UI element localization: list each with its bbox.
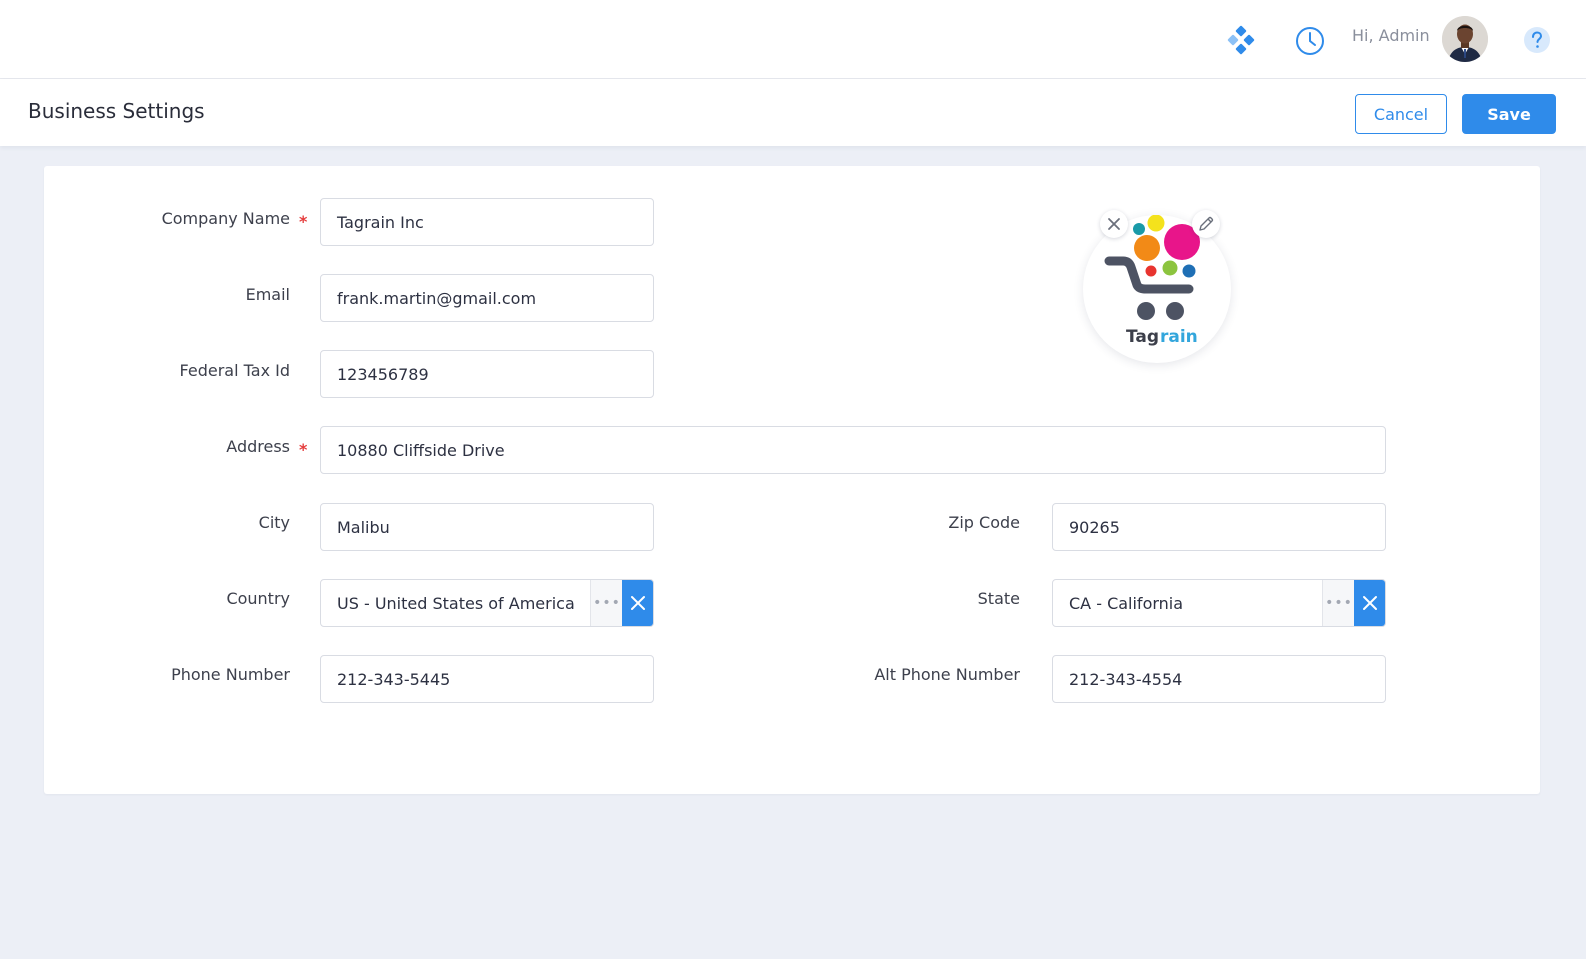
user-greeting: Hi, Admin xyxy=(1352,26,1430,45)
country-label: Country xyxy=(226,589,290,608)
company-name-label: Company Name xyxy=(161,209,290,228)
edit-logo-button[interactable] xyxy=(1192,210,1220,238)
close-icon xyxy=(1363,596,1377,610)
country-browse-button[interactable]: ••• xyxy=(590,580,623,626)
phone-number-label: Phone Number xyxy=(171,665,290,684)
save-button[interactable]: Save xyxy=(1462,94,1556,134)
country-value: US - United States of America xyxy=(337,593,575,613)
page-title: Business Settings xyxy=(28,99,205,123)
required-marker: * xyxy=(299,212,308,231)
state-label: State xyxy=(977,589,1020,608)
zip-code-field[interactable]: 90265 xyxy=(1052,503,1386,551)
close-icon xyxy=(631,596,645,610)
state-lookup[interactable]: CA - California ••• xyxy=(1052,579,1386,627)
company-name-field[interactable]: Tagrain Inc xyxy=(320,198,654,246)
email-field[interactable]: frank.martin@gmail.com xyxy=(320,274,654,322)
address-label: Address xyxy=(226,437,290,456)
apps-icon[interactable] xyxy=(1226,25,1256,55)
remove-logo-button[interactable] xyxy=(1100,210,1128,238)
clock-icon[interactable] xyxy=(1294,25,1326,57)
page-header: Business Settings Cancel Save xyxy=(0,79,1586,146)
help-icon[interactable] xyxy=(1522,25,1552,55)
state-clear-button[interactable] xyxy=(1354,580,1385,626)
federal-tax-id-field[interactable]: 123456789 xyxy=(320,350,654,398)
alt-phone-number-label: Alt Phone Number xyxy=(874,665,1020,684)
logo-brand-dark: Tag xyxy=(1126,327,1159,347)
federal-tax-id-label: Federal Tax Id xyxy=(179,361,290,380)
required-marker: * xyxy=(299,440,308,459)
state-browse-button[interactable]: ••• xyxy=(1322,580,1355,626)
top-bar: Hi, Admin xyxy=(0,0,1586,79)
close-icon xyxy=(1108,218,1120,230)
zip-code-label: Zip Code xyxy=(948,513,1020,532)
country-lookup[interactable]: US - United States of America ••• xyxy=(320,579,654,627)
city-field[interactable]: Malibu xyxy=(320,503,654,551)
email-label: Email xyxy=(245,285,290,304)
address-field[interactable]: 10880 Cliffside Drive xyxy=(320,426,1386,474)
city-label: City xyxy=(258,513,290,532)
alt-phone-number-field[interactable]: 212-343-4554 xyxy=(1052,655,1386,703)
phone-number-field[interactable]: 212-343-5445 xyxy=(320,655,654,703)
pencil-icon xyxy=(1199,216,1214,231)
avatar[interactable] xyxy=(1442,16,1488,62)
state-value: CA - California xyxy=(1069,593,1184,613)
logo-brand-light: rain xyxy=(1160,327,1198,347)
country-clear-button[interactable] xyxy=(622,580,653,626)
cancel-button[interactable]: Cancel xyxy=(1355,94,1447,134)
